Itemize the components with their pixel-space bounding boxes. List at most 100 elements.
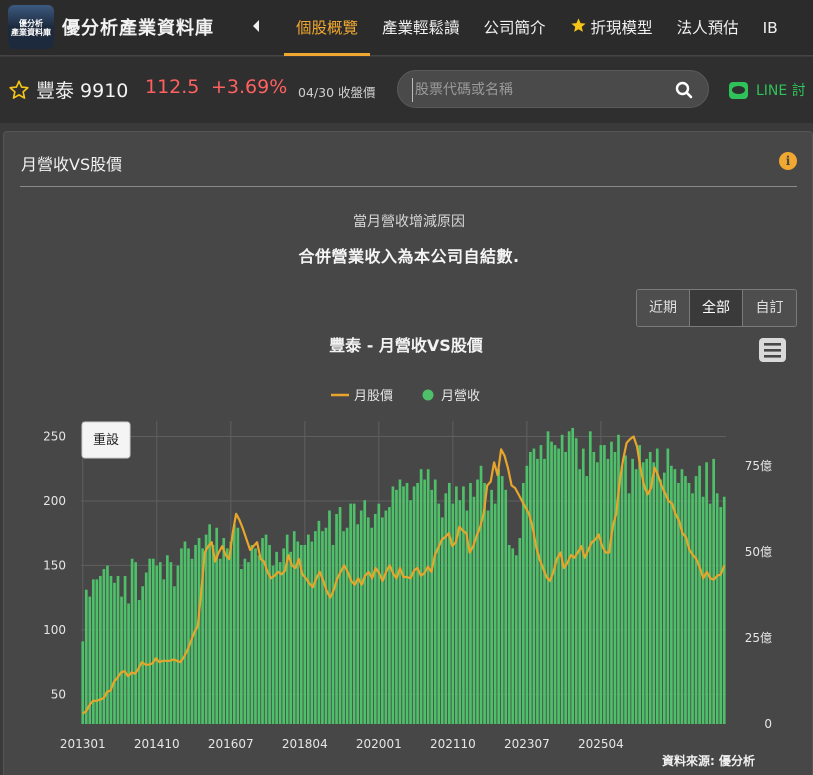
- revenue-bar[interactable]: [317, 520, 321, 724]
- revenue-bar[interactable]: [514, 555, 518, 724]
- revenue-bar[interactable]: [335, 513, 338, 724]
- revenue-bar[interactable]: [370, 527, 374, 724]
- revenue-bar[interactable]: [123, 575, 127, 724]
- revenue-bar[interactable]: [243, 558, 247, 724]
- revenue-bar[interactable]: [218, 558, 222, 724]
- revenue-bar[interactable]: [338, 507, 342, 724]
- revenue-bar[interactable]: [659, 479, 663, 724]
- revenue-bar[interactable]: [606, 458, 610, 724]
- revenue-bar[interactable]: [620, 465, 624, 724]
- legend-label-price[interactable]: 月股價: [354, 389, 393, 404]
- revenue-bar[interactable]: [356, 524, 360, 724]
- revenue-bar[interactable]: [631, 458, 634, 724]
- revenue-bar[interactable]: [596, 462, 599, 724]
- revenue-bar[interactable]: [574, 438, 578, 724]
- revenue-bar[interactable]: [162, 579, 166, 724]
- revenue-bar[interactable]: [490, 489, 493, 724]
- revenue-bar[interactable]: [84, 589, 88, 724]
- revenue-bar[interactable]: [638, 445, 641, 724]
- revenue-bar[interactable]: [402, 486, 405, 724]
- revenue-bar[interactable]: [634, 469, 638, 724]
- revenue-bar[interactable]: [166, 555, 169, 724]
- revenue-bar[interactable]: [289, 551, 293, 724]
- revenue-bar[interactable]: [447, 482, 451, 724]
- revenue-bar[interactable]: [127, 603, 130, 724]
- revenue-bar[interactable]: [324, 527, 328, 724]
- revenue-bar[interactable]: [120, 596, 123, 724]
- revenue-bar[interactable]: [310, 541, 314, 724]
- revenue-bar[interactable]: [701, 496, 705, 724]
- revenue-bar[interactable]: [384, 510, 388, 724]
- revenue-bar[interactable]: [158, 562, 162, 724]
- revenue-bar[interactable]: [109, 575, 113, 724]
- revenue-bar[interactable]: [349, 503, 352, 724]
- revenue-bar[interactable]: [610, 441, 613, 724]
- revenue-bar[interactable]: [588, 431, 592, 724]
- revenue-bar[interactable]: [652, 462, 656, 724]
- revenue-bar[interactable]: [715, 493, 719, 724]
- revenue-bar[interactable]: [571, 427, 575, 724]
- revenue-bar[interactable]: [148, 558, 152, 724]
- revenue-bar[interactable]: [451, 503, 455, 724]
- revenue-bar[interactable]: [271, 565, 275, 724]
- revenue-bar[interactable]: [539, 445, 543, 724]
- revenue-bar[interactable]: [440, 517, 444, 724]
- revenue-bar[interactable]: [151, 558, 155, 724]
- revenue-bar[interactable]: [585, 476, 589, 724]
- revenue-bar[interactable]: [426, 469, 430, 724]
- revenue-bar[interactable]: [250, 544, 254, 724]
- reset-zoom-label[interactable]: 重設: [93, 432, 119, 448]
- revenue-bar[interactable]: [557, 448, 560, 724]
- revenue-bar[interactable]: [211, 544, 215, 724]
- revenue-bar[interactable]: [388, 507, 391, 724]
- revenue-bar[interactable]: [529, 451, 532, 724]
- revenue-bar[interactable]: [331, 544, 335, 724]
- revenue-bar[interactable]: [483, 482, 486, 724]
- revenue-bar[interactable]: [564, 451, 567, 724]
- revenue-bar[interactable]: [691, 493, 694, 724]
- revenue-bar[interactable]: [95, 579, 99, 724]
- revenue-bar[interactable]: [532, 448, 536, 724]
- revenue-bar[interactable]: [134, 562, 137, 724]
- revenue-bar[interactable]: [395, 489, 398, 724]
- revenue-bar[interactable]: [722, 496, 726, 724]
- revenue-bar[interactable]: [493, 503, 497, 724]
- revenue-bar[interactable]: [229, 541, 233, 724]
- revenue-bar[interactable]: [712, 458, 716, 724]
- revenue-bar[interactable]: [137, 600, 141, 724]
- revenue-bar[interactable]: [204, 534, 208, 724]
- revenue-bar[interactable]: [176, 565, 180, 724]
- revenue-bar[interactable]: [666, 448, 670, 724]
- revenue-bar[interactable]: [232, 524, 236, 724]
- revenue-bar[interactable]: [518, 538, 522, 724]
- revenue-bar[interactable]: [208, 524, 211, 724]
- revenue-bar[interactable]: [113, 582, 116, 724]
- revenue-bar[interactable]: [553, 445, 557, 724]
- revenue-bar[interactable]: [247, 562, 250, 724]
- revenue-bar[interactable]: [328, 510, 331, 724]
- revenue-bar[interactable]: [613, 451, 617, 724]
- legend-label-revenue[interactable]: 月營收: [441, 389, 480, 404]
- revenue-bar[interactable]: [536, 458, 539, 724]
- revenue-bar[interactable]: [398, 479, 402, 724]
- revenue-bar[interactable]: [102, 569, 106, 724]
- revenue-bar[interactable]: [409, 500, 412, 724]
- revenue-bar[interactable]: [306, 534, 310, 724]
- revenue-bar[interactable]: [680, 469, 684, 724]
- revenue-bar[interactable]: [603, 445, 606, 724]
- revenue-bar[interactable]: [472, 496, 476, 724]
- revenue-bar[interactable]: [500, 476, 504, 724]
- revenue-bar[interactable]: [476, 479, 479, 724]
- revenue-bar[interactable]: [684, 476, 687, 724]
- revenue-bar[interactable]: [345, 527, 349, 724]
- revenue-bar[interactable]: [423, 479, 426, 724]
- revenue-bar[interactable]: [321, 531, 324, 724]
- revenue-bar[interactable]: [412, 486, 416, 724]
- revenue-bar[interactable]: [377, 503, 381, 724]
- revenue-bar[interactable]: [708, 503, 712, 724]
- revenue-bar[interactable]: [543, 458, 546, 724]
- revenue-bar[interactable]: [373, 513, 377, 724]
- revenue-bar[interactable]: [578, 469, 582, 724]
- revenue-bar[interactable]: [511, 548, 515, 724]
- revenue-bar[interactable]: [641, 462, 645, 724]
